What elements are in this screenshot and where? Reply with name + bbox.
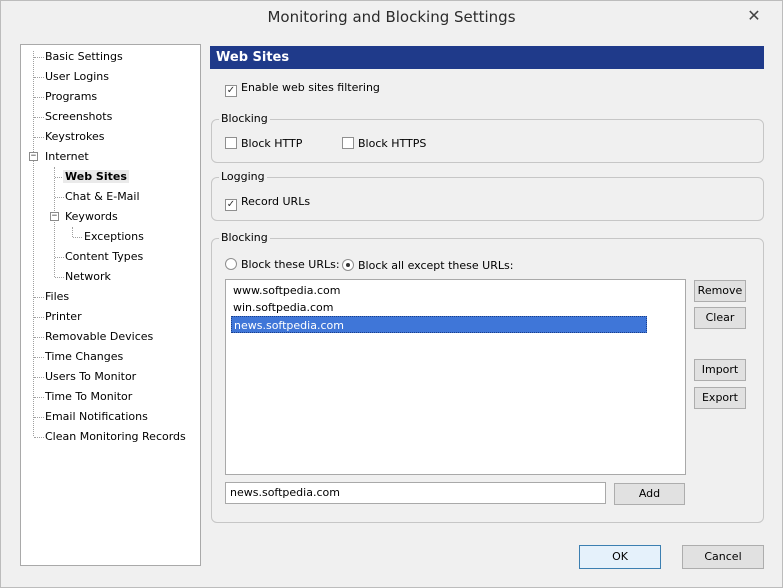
- tree-item-email-notifications[interactable]: Email Notifications: [43, 409, 150, 425]
- tree-item-chat-email[interactable]: Chat & E-Mail: [63, 189, 142, 205]
- cancel-button[interactable]: Cancel: [682, 545, 764, 569]
- url-input[interactable]: news.softpedia.com: [225, 482, 606, 504]
- settings-window: Monitoring and Blocking Settings ✕ − − B…: [0, 0, 783, 588]
- logging-group-label: Logging: [219, 170, 267, 184]
- blocking-group-label: Blocking: [219, 112, 270, 126]
- tree-item-clean-monitoring-records[interactable]: Clean Monitoring Records: [43, 429, 188, 445]
- tree-item-removable-devices[interactable]: Removable Devices: [43, 329, 155, 345]
- enable-filtering-checkbox[interactable]: ✓ Enable web sites filtering: [225, 81, 380, 97]
- tree-item-network[interactable]: Network: [63, 269, 113, 285]
- tree-line: [33, 51, 34, 436]
- tree-item-keystrokes[interactable]: Keystrokes: [43, 129, 106, 145]
- block-http-checkbox[interactable]: Block HTTP: [225, 137, 302, 151]
- tree-item-time-to-monitor[interactable]: Time To Monitor: [43, 389, 134, 405]
- tree-item-exceptions[interactable]: Exceptions: [82, 229, 146, 245]
- check-icon: ✓: [225, 85, 237, 97]
- tree-item-users-to-monitor[interactable]: Users To Monitor: [43, 369, 138, 385]
- tree-item-keywords[interactable]: Keywords: [63, 209, 120, 225]
- url-blocking-group-label: Blocking: [219, 231, 270, 245]
- list-item-selected[interactable]: news.softpedia.com: [231, 316, 647, 333]
- window-title: Monitoring and Blocking Settings: [267, 8, 516, 26]
- list-item[interactable]: www.softpedia.com: [231, 282, 342, 299]
- tree-item-user-logins[interactable]: User Logins: [43, 69, 111, 85]
- collapse-icon[interactable]: −: [29, 152, 38, 161]
- remove-button[interactable]: Remove: [694, 280, 746, 302]
- tree-item-programs[interactable]: Programs: [43, 89, 99, 105]
- record-urls-checkbox[interactable]: ✓ Record URLs: [225, 195, 310, 211]
- add-button[interactable]: Add: [614, 483, 685, 505]
- tree-line: [54, 167, 55, 277]
- tree-item-content-types[interactable]: Content Types: [63, 249, 145, 265]
- tree-item-files[interactable]: Files: [43, 289, 71, 305]
- tree-item-web-sites[interactable]: Web Sites: [63, 169, 129, 185]
- tree-item-basic-settings[interactable]: Basic Settings: [43, 49, 125, 65]
- settings-tree: − − Basic Settings User Logins Programs …: [20, 44, 201, 566]
- list-item[interactable]: win.softpedia.com: [231, 299, 336, 316]
- tree-item-printer[interactable]: Printer: [43, 309, 84, 325]
- import-button[interactable]: Import: [694, 359, 746, 381]
- block-https-checkbox[interactable]: Block HTTPS: [342, 137, 426, 151]
- tree-item-screenshots[interactable]: Screenshots: [43, 109, 114, 125]
- close-icon[interactable]: ✕: [744, 7, 764, 25]
- tree-line: [72, 227, 73, 237]
- export-button[interactable]: Export: [694, 387, 746, 409]
- check-icon: ✓: [225, 199, 237, 211]
- ok-button[interactable]: OK: [579, 545, 661, 569]
- url-list[interactable]: www.softpedia.com win.softpedia.com news…: [225, 279, 686, 475]
- block-all-except-radio[interactable]: Block all except these URLs:: [342, 259, 513, 273]
- section-header: Web Sites: [210, 46, 764, 69]
- clear-button[interactable]: Clear: [694, 307, 746, 329]
- block-these-urls-radio[interactable]: Block these URLs:: [225, 258, 340, 272]
- tree-item-internet[interactable]: Internet: [43, 149, 91, 165]
- title-bar: Monitoring and Blocking Settings ✕: [1, 1, 782, 33]
- collapse-icon[interactable]: −: [50, 212, 59, 221]
- tree-item-time-changes[interactable]: Time Changes: [43, 349, 125, 365]
